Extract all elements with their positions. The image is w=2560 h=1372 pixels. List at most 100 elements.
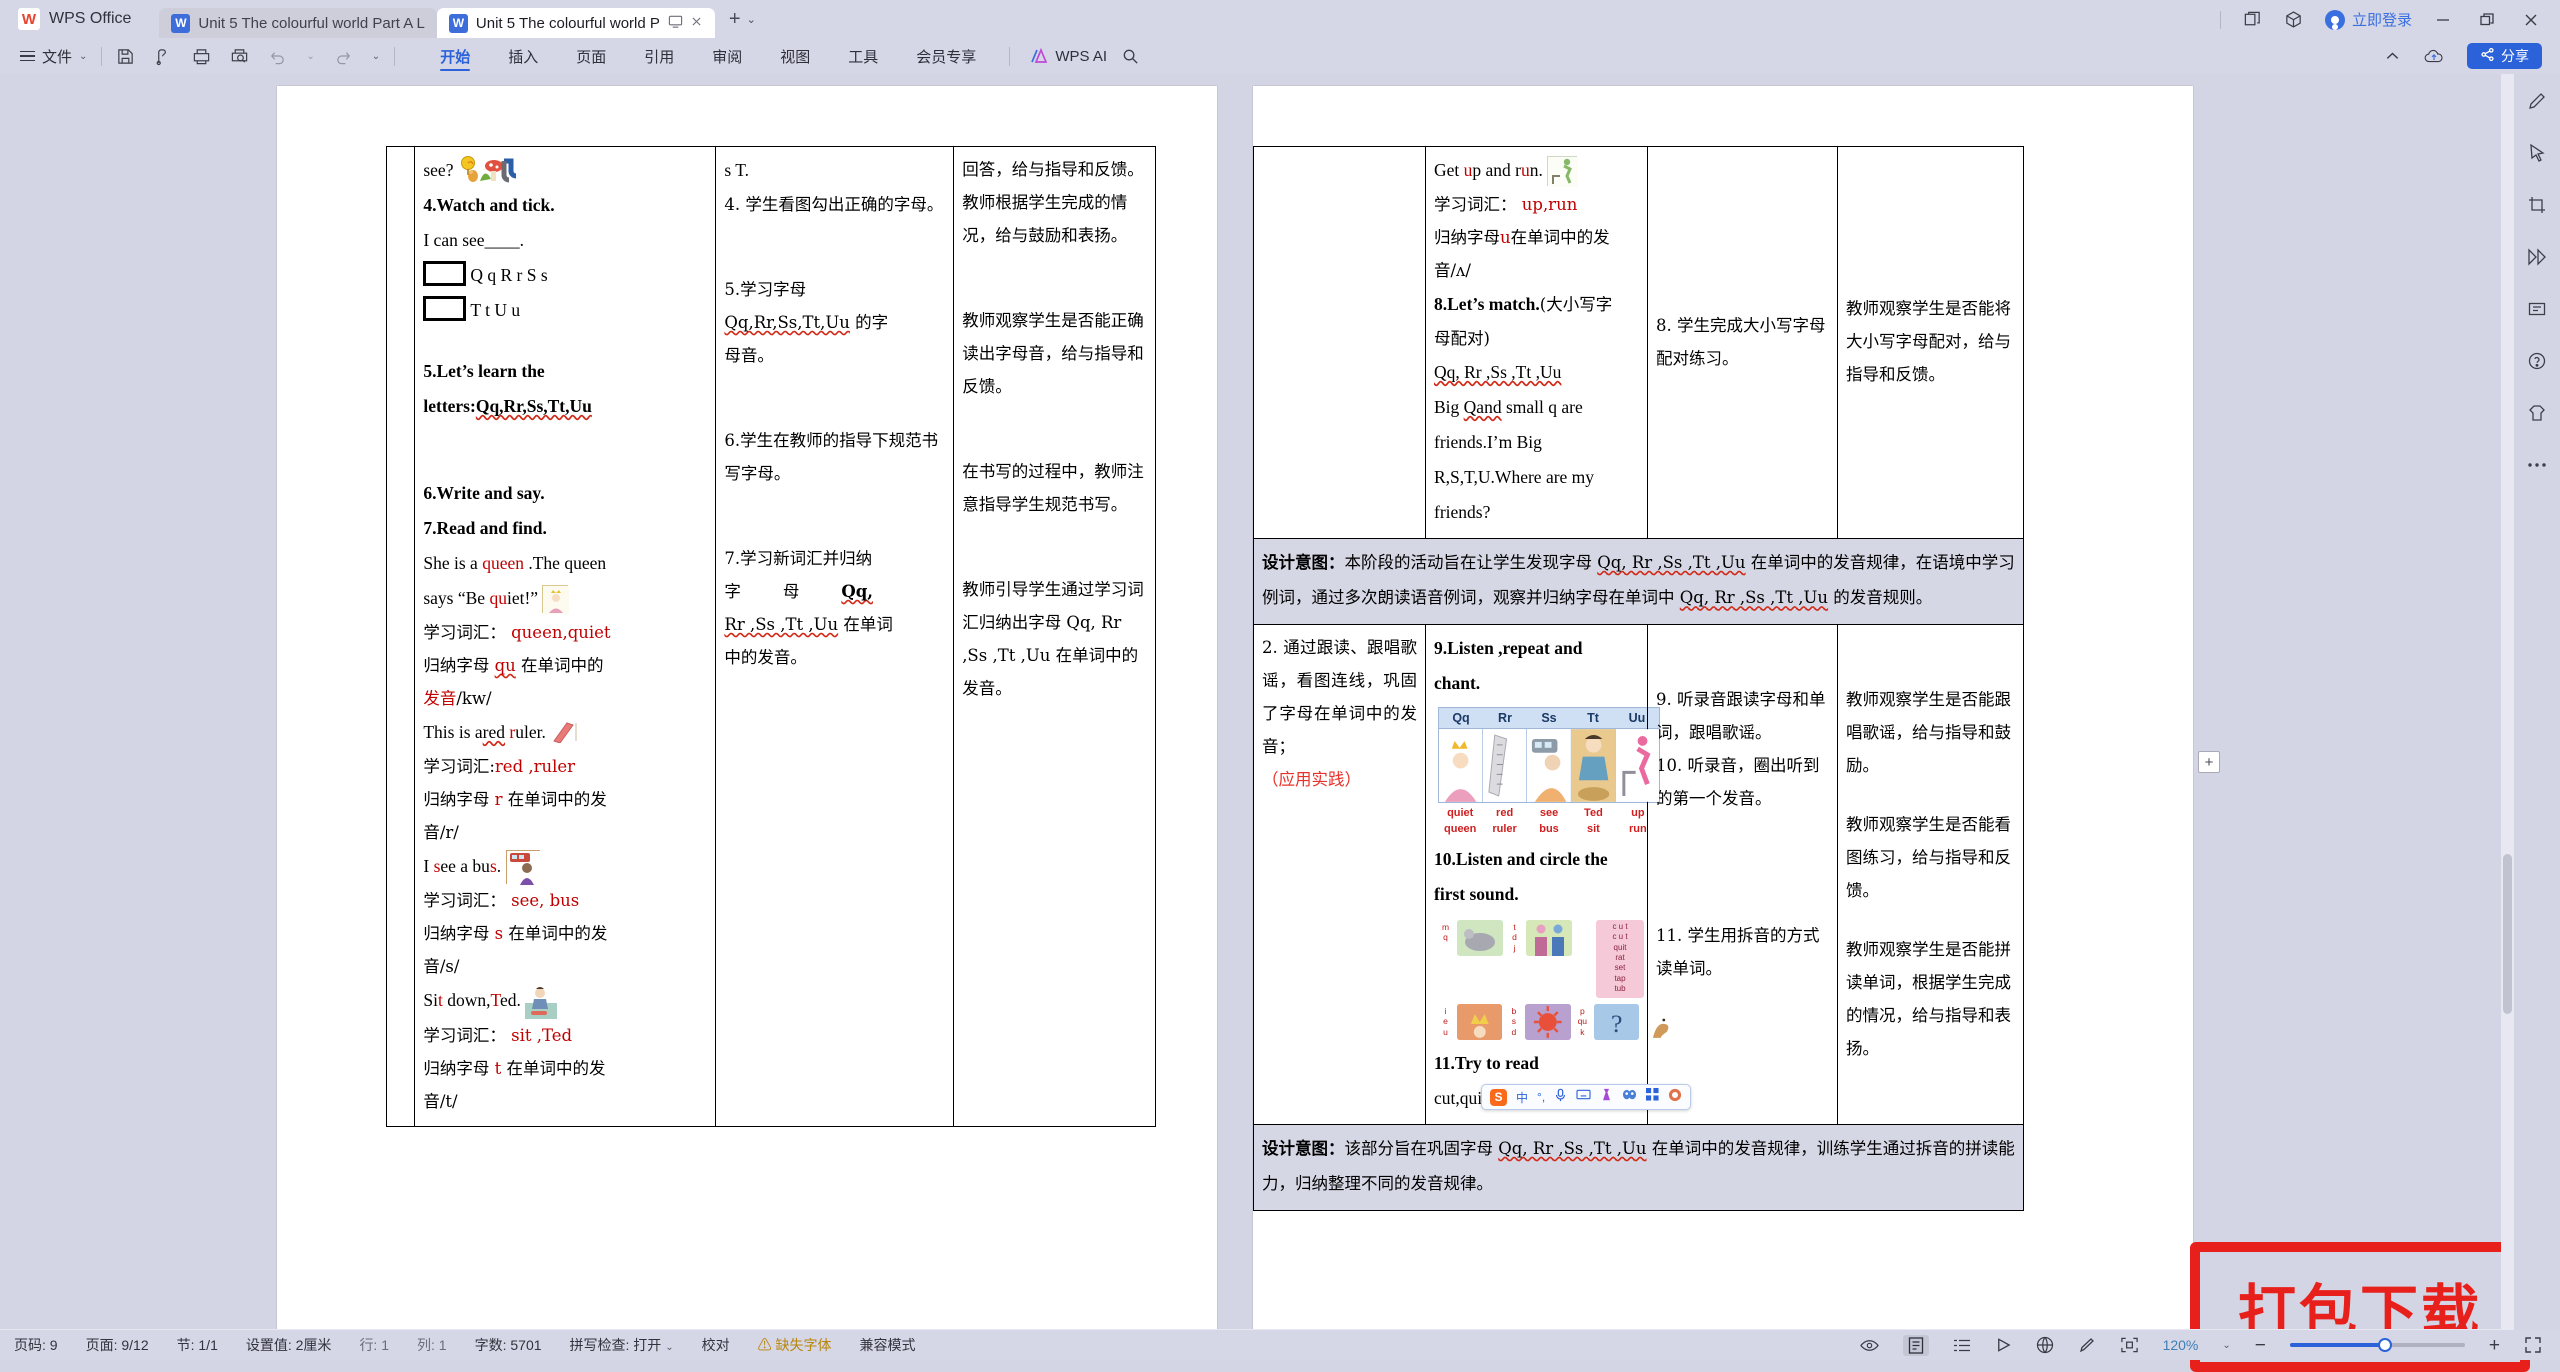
sogou-ime-toolbar[interactable]: S 中 °, (1481, 1084, 1691, 1110)
fit-page-icon[interactable] (2120, 1336, 2139, 1354)
sit-ted-clipart (525, 985, 557, 1019)
insert-row-handle[interactable]: + (2198, 751, 2220, 773)
tab-tools[interactable]: 工具 (829, 38, 897, 74)
status-proofread[interactable]: 校对 (688, 1335, 744, 1355)
dress-icon[interactable] (1600, 1088, 1613, 1107)
help-icon[interactable] (2527, 350, 2547, 372)
document-tab-1[interactable]: W Unit 5 The colourful world Part A L (159, 8, 437, 38)
eye-icon[interactable] (1860, 1338, 1879, 1353)
vertical-scrollbar-thumb[interactable] (2503, 854, 2512, 1014)
highlighter-icon[interactable] (2078, 1336, 2096, 1354)
cell-student-activity[interactable]: 9. 听录音跟读字母和单词，跟唱歌谣。 10. 听录音，圈出听到的第一个发音。 … (1648, 624, 1838, 1124)
new-tab-button[interactable]: + ⌄ (729, 8, 756, 38)
design-intent-block-1[interactable]: 设计意图：本阶段的活动旨在让学生发现字母 Qq, Rr ,Ss ,Tt ,Uu … (1254, 539, 2024, 625)
cell-teacher-guidance[interactable]: 教师观察学生是否能跟唱歌谣，给与指导和鼓励。 教师观察学生是否能看图练习，给与指… (1838, 624, 2024, 1124)
restore-icon[interactable] (2478, 11, 2496, 29)
pencil-edit-icon[interactable] (2527, 90, 2547, 112)
crop-icon[interactable] (2527, 194, 2547, 216)
document-page-10[interactable]: Get up and run. 学习词汇： up,run 归纳字母u在单词中的发… (1253, 86, 2193, 1344)
cell-activity-content[interactable]: 9.Listen ,repeat and chant. Qq Rr Ss Tt … (1426, 624, 1648, 1124)
cloud-upload-icon[interactable] (2423, 47, 2445, 66)
cell-student-activity[interactable]: s T. 4. 学生看图勾出正确的字母。 5.学习字母 Qq,Rr,Ss,Tt,… (716, 147, 954, 1127)
design-intent-block-2[interactable]: 设计意图：该部分旨在巩固字母 Qq, Rr ,Ss ,Tt ,Uu 在单词中的发… (1254, 1124, 2024, 1210)
print-preview-icon[interactable] (230, 47, 249, 66)
page-view-icon[interactable] (1903, 1335, 1929, 1356)
play-icon[interactable] (1995, 1337, 2012, 1353)
share-button[interactable]: 分享 (2467, 43, 2542, 69)
tab-page[interactable]: 页面 (557, 38, 625, 74)
zoom-out-button[interactable]: − (2255, 1336, 2266, 1355)
vertical-scrollbar[interactable] (2501, 74, 2514, 1342)
cell-narrow-left[interactable] (387, 147, 415, 1127)
cursor-select-icon[interactable] (2527, 142, 2547, 164)
cell-activity-content[interactable]: see? (415, 147, 716, 1127)
skin-icon[interactable] (2527, 402, 2547, 424)
monitor-icon[interactable] (668, 14, 683, 32)
chevron-down-icon[interactable]: ⌄ (665, 1342, 673, 1353)
ime-mode-chinese[interactable]: 中 (1516, 1089, 1528, 1106)
window-clone-icon[interactable] (2243, 10, 2262, 29)
cell-teacher-guidance[interactable]: 回答，给与指导和反馈。 教师根据学生完成的情况，给与鼓励和表扬。 教师观察学生是… (954, 147, 1156, 1127)
web-view-icon[interactable] (2036, 1336, 2054, 1354)
ime-punctuation-toggle[interactable]: °, (1537, 1090, 1545, 1104)
fullscreen-icon[interactable] (2524, 1336, 2542, 1354)
shapes-icon[interactable] (2527, 246, 2547, 268)
emoji-icon[interactable] (1622, 1088, 1637, 1107)
login-button[interactable]: 立即登录 (2325, 9, 2412, 30)
wps-ai-button[interactable]: WPS AI (1030, 48, 1107, 65)
status-row[interactable]: 行: 1 (345, 1335, 403, 1355)
close-icon[interactable] (2522, 11, 2540, 29)
chevron-down-icon[interactable]: ⌄ (79, 51, 87, 62)
status-column[interactable]: 列: 1 (403, 1335, 461, 1355)
document-page-9[interactable]: see? (277, 86, 1217, 1344)
zoom-slider-knob[interactable] (2378, 1338, 2392, 1352)
checkbox[interactable] (423, 261, 466, 286)
cell-activity-content[interactable]: Get up and run. 学习词汇： up,run 归纳字母u在单词中的发… (1426, 147, 1648, 539)
status-missing-font[interactable]: ⚠ 缺失字体 (744, 1335, 846, 1355)
cube-icon[interactable] (2284, 10, 2303, 29)
status-spellcheck[interactable]: 拼写检查: 打开 ⌄ (556, 1335, 688, 1355)
undo-dropdown-icon[interactable]: ⌄ (306, 51, 314, 62)
cell-stage-left[interactable]: 2. 通过跟读、跟唱歌谣，看图连线，巩固了字母在单词中的发音； （应用实践） (1254, 624, 1426, 1124)
cell-teacher-guidance[interactable]: 教师观察学生是否能将大小写字母配对，给与指导和反馈。 (1838, 147, 2024, 539)
chevron-up-icon[interactable] (2384, 48, 2401, 65)
status-setting-value[interactable]: 设置值: 2厘米 (232, 1335, 346, 1355)
undo-icon[interactable] (268, 47, 287, 66)
search-icon[interactable] (1121, 47, 1140, 66)
document-tab-2[interactable]: W Unit 5 The colourful world P (437, 8, 715, 38)
outline-view-icon[interactable] (1953, 1338, 1971, 1353)
status-page-count[interactable]: 页面: 9/12 (72, 1335, 163, 1355)
tab-member-exclusive[interactable]: 会员专享 (897, 38, 995, 74)
zoom-level-label[interactable]: 120% (2163, 1337, 2199, 1353)
status-section[interactable]: 节: 1/1 (163, 1335, 232, 1355)
tab-insert[interactable]: 插入 (489, 38, 557, 74)
cell-stage-left[interactable] (1254, 147, 1426, 539)
apps-icon[interactable] (1646, 1088, 1659, 1106)
zoom-slider[interactable] (2290, 1343, 2465, 1347)
tab-references[interactable]: 引用 (625, 38, 693, 74)
more-dots-icon[interactable] (2527, 454, 2547, 476)
save-as-icon[interactable] (154, 47, 173, 66)
checkbox[interactable] (423, 296, 466, 321)
save-icon[interactable] (116, 47, 135, 66)
tab-view[interactable]: 视图 (761, 38, 829, 74)
tab-start[interactable]: 开始 (421, 38, 489, 74)
status-compatibility-mode[interactable]: 兼容模式 (845, 1335, 929, 1355)
toolbox-icon[interactable] (1668, 1088, 1682, 1107)
status-page-number[interactable]: 页码: 9 (0, 1335, 72, 1355)
file-menu-button[interactable]: 文件 ⌄ (20, 46, 87, 67)
status-word-count[interactable]: 字数: 5701 (461, 1335, 556, 1355)
chevron-down-icon[interactable]: ⌄ (747, 13, 756, 26)
minimize-icon[interactable] (2434, 11, 2452, 29)
more-chevron-icon[interactable]: ⌄ (372, 51, 380, 62)
zoom-in-button[interactable]: + (2489, 1336, 2500, 1355)
tab-review[interactable]: 审阅 (693, 38, 761, 74)
zoom-dropdown-icon[interactable]: ⌄ (2222, 1340, 2230, 1351)
close-tab-icon[interactable] (690, 15, 703, 31)
redo-icon[interactable] (334, 47, 353, 66)
print-icon[interactable] (192, 47, 211, 66)
cell-student-activity[interactable]: 8. 学生完成大小写字母配对练习。 (1648, 147, 1838, 539)
text-box-icon[interactable] (2527, 298, 2547, 320)
keyboard-icon[interactable] (1576, 1088, 1591, 1106)
mic-icon[interactable] (1554, 1088, 1567, 1107)
